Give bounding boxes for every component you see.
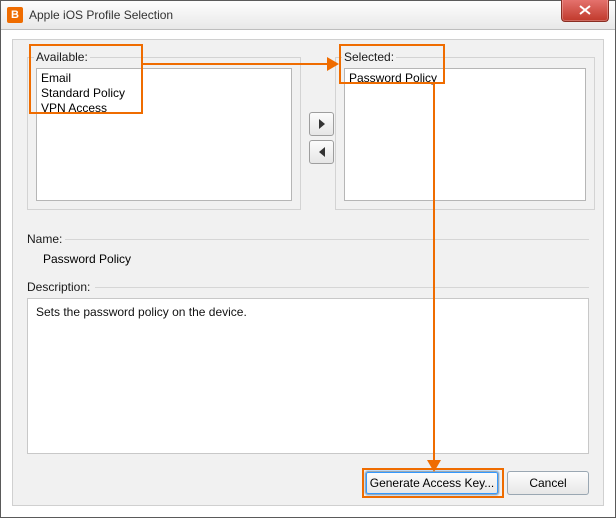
available-legend: Available:	[34, 50, 90, 64]
selected-fieldset: Selected: Password Policy	[335, 50, 595, 210]
app-icon-letter: B	[11, 10, 19, 21]
triangle-right-icon	[318, 119, 326, 129]
name-value: Password Policy	[43, 252, 131, 266]
selected-listbox[interactable]: Password Policy	[344, 68, 586, 201]
selected-legend: Selected:	[342, 50, 396, 64]
move-left-button[interactable]	[309, 140, 334, 164]
description-rule	[95, 287, 589, 288]
dialog-body: Available: EmailStandard PolicyVPN Acces…	[12, 39, 604, 506]
move-right-button[interactable]	[309, 112, 334, 136]
triangle-left-icon	[318, 147, 326, 157]
window-title: Apple iOS Profile Selection	[29, 8, 173, 22]
close-icon	[579, 5, 591, 15]
name-label: Name:	[27, 232, 62, 246]
app-icon: B	[7, 7, 23, 23]
cancel-button[interactable]: Cancel	[507, 471, 589, 495]
description-text: Sets the password policy on the device.	[36, 305, 247, 319]
selected-item[interactable]: Password Policy	[349, 71, 581, 86]
description-box[interactable]: Sets the password policy on the device.	[27, 298, 589, 454]
generate-label: Generate Access Key...	[370, 476, 495, 490]
name-rule	[65, 239, 589, 240]
dialog-window: B Apple iOS Profile Selection Available:…	[0, 0, 616, 518]
available-listbox[interactable]: EmailStandard PolicyVPN Access	[36, 68, 292, 201]
cancel-label: Cancel	[529, 476, 566, 490]
close-button[interactable]	[561, 0, 609, 22]
generate-access-key-button[interactable]: Generate Access Key...	[365, 471, 499, 495]
available-item[interactable]: Standard Policy	[41, 86, 287, 101]
available-item[interactable]: VPN Access	[41, 101, 287, 116]
titlebar: B Apple iOS Profile Selection	[1, 1, 615, 30]
available-item[interactable]: Email	[41, 71, 287, 86]
available-fieldset: Available: EmailStandard PolicyVPN Acces…	[27, 50, 301, 210]
description-label: Description:	[27, 280, 90, 294]
